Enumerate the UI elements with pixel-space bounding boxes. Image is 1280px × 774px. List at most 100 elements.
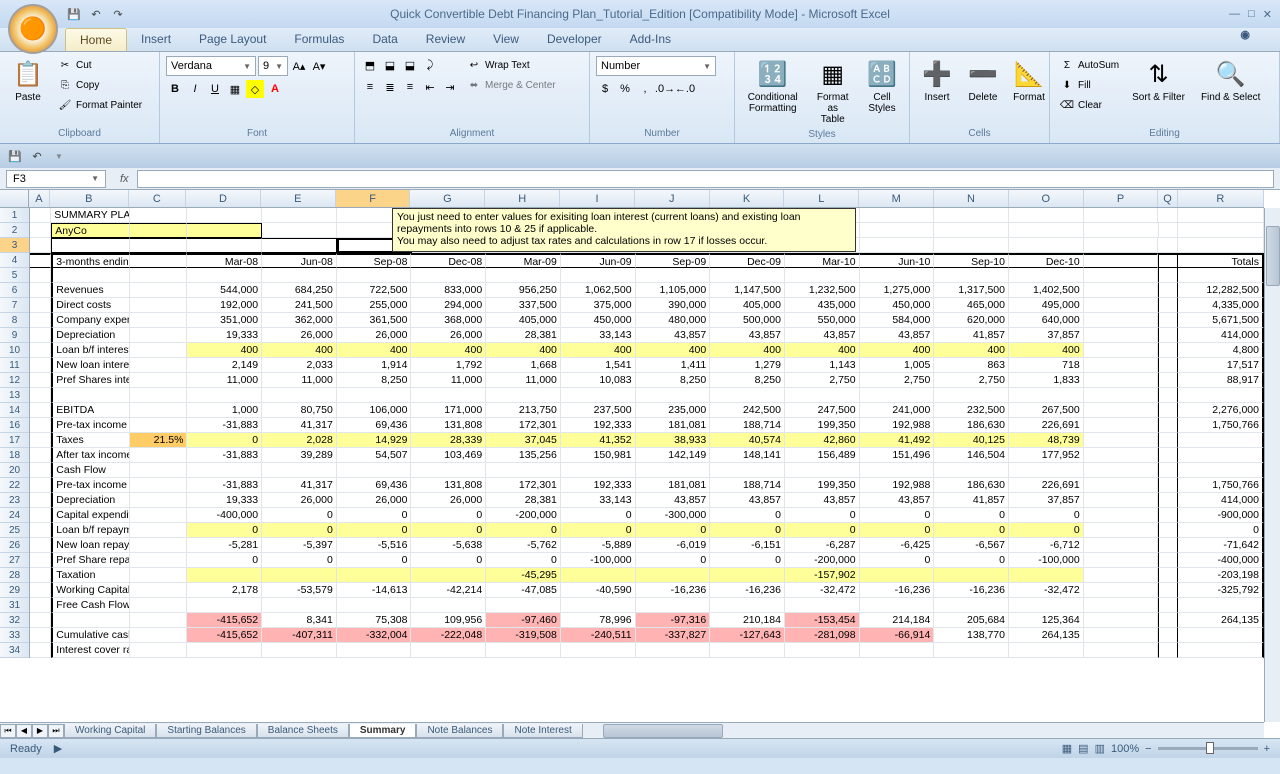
cell[interactable] <box>636 463 711 478</box>
cell[interactable]: -31,883 <box>187 478 262 493</box>
cell[interactable]: Cash Flow <box>51 463 130 478</box>
cell[interactable]: -40,590 <box>561 583 636 598</box>
cell[interactable] <box>1084 208 1159 223</box>
cell[interactable]: 390,000 <box>636 298 711 313</box>
cell[interactable]: -203,198 <box>1178 568 1264 583</box>
cell[interactable] <box>130 613 188 628</box>
qat-redo-icon[interactable]: ↷ <box>109 5 127 23</box>
cell[interactable] <box>1158 508 1177 523</box>
row-header[interactable]: 29 <box>0 583 29 598</box>
ribbon-tab-developer[interactable]: Developer <box>533 28 616 51</box>
row-header[interactable]: 26 <box>0 538 29 553</box>
cell[interactable] <box>411 388 486 403</box>
column-header[interactable]: B <box>50 190 129 207</box>
delete-cells-button[interactable]: ➖Delete <box>962 56 1004 105</box>
cell[interactable] <box>1084 403 1159 418</box>
cell[interactable] <box>1158 538 1177 553</box>
cell[interactable] <box>30 223 51 238</box>
cell[interactable] <box>934 598 1009 613</box>
cell[interactable] <box>710 388 785 403</box>
cell[interactable]: 400 <box>710 343 785 358</box>
align-middle-button[interactable]: ⬓ <box>381 56 399 74</box>
cell[interactable] <box>636 643 711 658</box>
cell[interactable] <box>1158 568 1177 583</box>
cell[interactable] <box>710 568 785 583</box>
comma-button[interactable]: , <box>636 80 654 98</box>
cell[interactable]: 361,500 <box>337 313 412 328</box>
row-header[interactable]: 24 <box>0 508 29 523</box>
cell[interactable] <box>561 598 636 613</box>
cell[interactable]: 0 <box>187 523 262 538</box>
cell[interactable]: Pref Shares interest <box>51 373 130 388</box>
cell[interactable] <box>262 238 337 253</box>
cell[interactable]: Interest cover ratios <box>51 643 130 658</box>
cell[interactable]: 43,857 <box>710 493 785 508</box>
cell[interactable]: 3-months ending > <box>51 253 130 268</box>
cell[interactable]: 2,178 <box>187 583 262 598</box>
cell[interactable]: 148,141 <box>710 448 785 463</box>
cell[interactable]: 226,691 <box>1009 418 1084 433</box>
fill-color-button[interactable]: ◇ <box>246 80 264 98</box>
number-format-combo[interactable]: Number▼ <box>596 56 716 76</box>
cell[interactable] <box>337 643 412 658</box>
cell[interactable] <box>411 463 486 478</box>
row-header[interactable]: 28 <box>0 568 29 583</box>
cell[interactable]: 1,541 <box>561 358 636 373</box>
cell[interactable]: 2,028 <box>262 433 337 448</box>
cell[interactable] <box>130 223 188 238</box>
row-header[interactable]: 6 <box>0 283 29 298</box>
cell[interactable]: 188,714 <box>710 478 785 493</box>
cell[interactable] <box>51 613 130 628</box>
cell[interactable] <box>860 463 935 478</box>
insert-cells-button[interactable]: ➕Insert <box>916 56 958 105</box>
cell[interactable]: 1,232,500 <box>785 283 860 298</box>
row-header[interactable]: 5 <box>0 268 29 283</box>
cell[interactable]: 80,750 <box>262 403 337 418</box>
cell[interactable] <box>1178 388 1264 403</box>
cell[interactable]: 199,350 <box>785 418 860 433</box>
cell[interactable] <box>1084 433 1159 448</box>
font-color-button[interactable]: A <box>266 80 284 98</box>
cell[interactable] <box>130 553 188 568</box>
cell[interactable] <box>486 268 561 283</box>
cell[interactable]: After tax income <box>51 448 130 463</box>
row-header[interactable]: 27 <box>0 553 29 568</box>
cell[interactable] <box>130 418 188 433</box>
cell[interactable] <box>1084 298 1159 313</box>
cell[interactable]: -5,638 <box>411 538 486 553</box>
cell[interactable]: 0 <box>561 523 636 538</box>
cell[interactable]: 400 <box>561 343 636 358</box>
cell[interactable]: 69,436 <box>337 478 412 493</box>
cell[interactable]: 400 <box>262 343 337 358</box>
cell[interactable]: Sep-10 <box>934 253 1009 268</box>
cell[interactable]: 414,000 <box>1178 493 1264 508</box>
cell[interactable] <box>30 478 51 493</box>
cell[interactable] <box>561 388 636 403</box>
cell[interactable]: 0 <box>636 553 711 568</box>
clear-button[interactable]: ⌫Clear <box>1056 96 1122 114</box>
cell[interactable] <box>785 463 860 478</box>
cell[interactable]: 125,364 <box>1009 613 1084 628</box>
cell[interactable] <box>130 478 188 493</box>
cell[interactable]: 69,436 <box>337 418 412 433</box>
hscroll-thumb[interactable] <box>603 724 723 738</box>
row-header[interactable]: 23 <box>0 493 29 508</box>
cell[interactable] <box>30 373 51 388</box>
tab-next-button[interactable]: ▶ <box>32 724 48 738</box>
cell[interactable]: 8,250 <box>710 373 785 388</box>
cell[interactable]: 106,000 <box>337 403 412 418</box>
cell[interactable]: -31,883 <box>187 448 262 463</box>
zoom-slider[interactable] <box>1158 747 1258 750</box>
cell[interactable]: 237,500 <box>561 403 636 418</box>
cell[interactable] <box>1158 238 1177 253</box>
cell[interactable] <box>1158 598 1177 613</box>
cell[interactable] <box>130 568 188 583</box>
help-icon[interactable]: ◉ <box>1240 28 1250 51</box>
cell[interactable] <box>1009 598 1084 613</box>
cell[interactable]: 362,000 <box>262 313 337 328</box>
cell[interactable]: -47,085 <box>486 583 561 598</box>
qat-undo-icon[interactable]: ↶ <box>87 5 105 23</box>
cell[interactable] <box>1084 358 1159 373</box>
cell[interactable]: Loan b/f interest <box>51 343 130 358</box>
cell[interactable]: 181,081 <box>636 418 711 433</box>
